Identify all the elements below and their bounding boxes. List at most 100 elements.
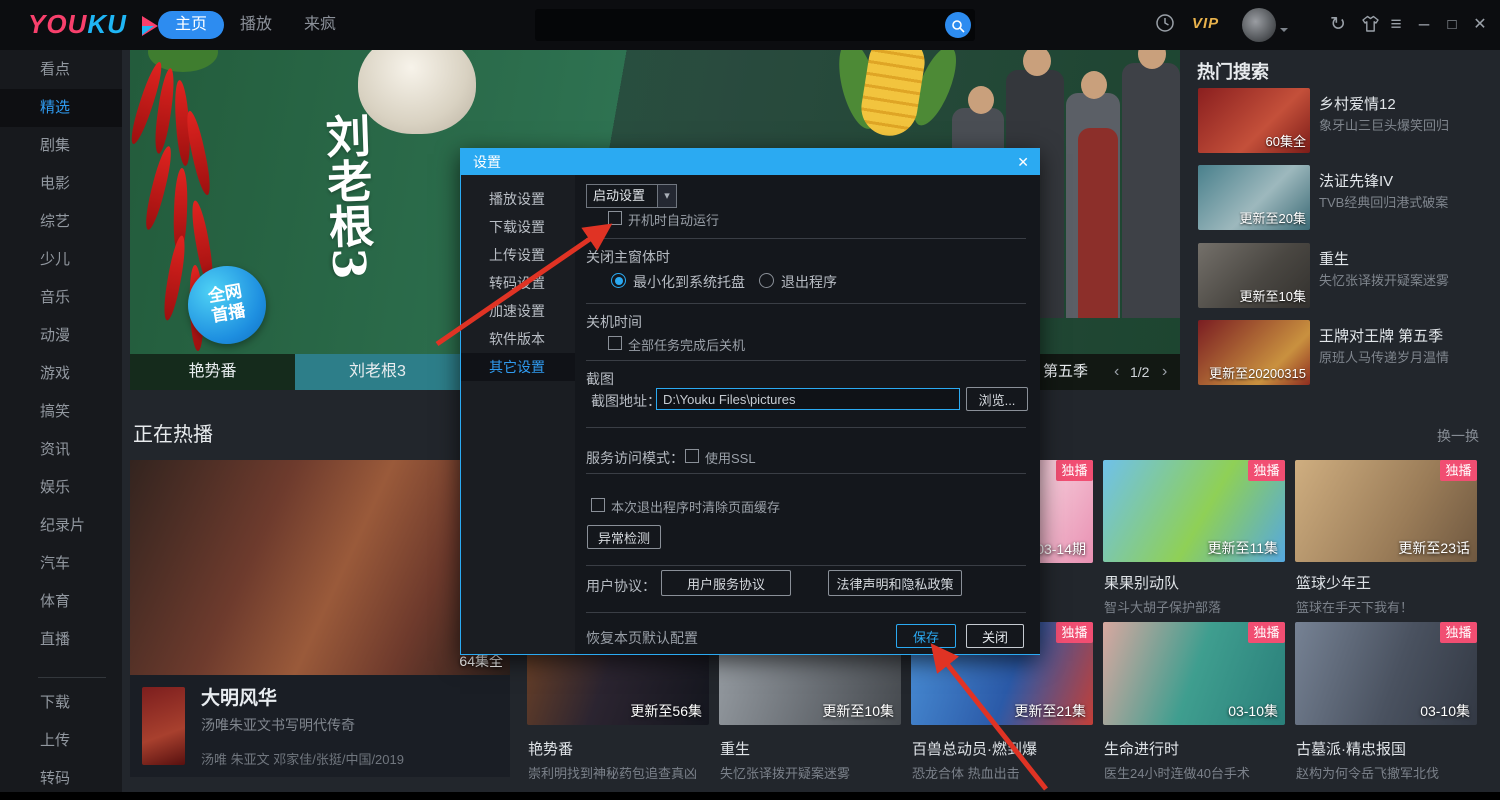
banner-tab-partial[interactable]: 第五季 [1043, 354, 1088, 390]
user-avatar[interactable] [1242, 8, 1276, 42]
banner-tab-yanshifan[interactable]: 艳势番 [130, 354, 295, 390]
card-subtitle: 失忆张译拨开疑案迷雾 [720, 766, 851, 781]
hot-item-title: 重生 [1319, 251, 1350, 268]
browse-button[interactable]: 浏览... [966, 387, 1028, 411]
feature-image: 64集全 [130, 460, 510, 675]
card-title: 重生 [720, 741, 751, 758]
avatar-chevron-down-icon[interactable] [1280, 28, 1288, 32]
sidebar-item-zongyi[interactable]: 综艺 [0, 203, 122, 241]
dialog-tab-other[interactable]: 其它设置 [461, 353, 575, 381]
dialog-body: 启动设置 ▾ 开机时自动运行 关闭主窗体时 最小化到系统托盘 退出程序 关机时间… [575, 175, 1040, 654]
screenshot-path-label: 截图地址： [591, 393, 661, 409]
video-card-gumupai[interactable]: 独播 03-10集 古墓派·精忠报国 赵构为何令岳飞撤军北伐 [1295, 622, 1477, 782]
sidebar-item-gaoxiao[interactable]: 搞笑 [0, 393, 122, 431]
restore-defaults-link[interactable]: 恢复本页默认配置 [586, 628, 698, 648]
sidebar-item-zhibo[interactable]: 直播 [0, 621, 122, 659]
hot-search-item[interactable]: 更新至20集 法证先锋IV TVB经典回归港式破案 [1197, 165, 1492, 230]
poster-thumbnail: 更新至10集 [1198, 243, 1310, 308]
card-subtitle: 医生24小时连做40台手术 [1104, 766, 1250, 781]
sidebar-item-upload[interactable]: 上传 [0, 722, 122, 760]
dialog-tab-speedup[interactable]: 加速设置 [461, 297, 575, 325]
screenshot-path-input[interactable] [656, 388, 960, 410]
exclusive-badge: 独播 [1248, 460, 1285, 481]
skin-shirt-icon[interactable] [1358, 15, 1382, 39]
nav-tab-play[interactable]: 播放 [240, 11, 272, 39]
banner-prev-icon[interactable]: ‹ [1114, 354, 1119, 390]
anomaly-detect-button[interactable]: 异常检测 [587, 525, 661, 549]
legal-privacy-policy-button[interactable]: 法律声明和隐私政策 [828, 570, 962, 596]
card-title: 果果别动队 [1104, 575, 1180, 592]
service-access-mode-label: 服务访问模式： [586, 450, 684, 466]
divider [586, 612, 1026, 613]
history-clock-icon[interactable] [1153, 13, 1177, 37]
sidebar-item-tiyu[interactable]: 体育 [0, 583, 122, 621]
sidebar-item-dianying[interactable]: 电影 [0, 165, 122, 203]
dialog-close-icon[interactable]: ✕ [1017, 149, 1029, 175]
sidebar: 看点 精选 剧集 电影 综艺 少儿 音乐 动漫 游戏 搞笑 资讯 娱乐 纪录片 … [0, 50, 122, 800]
sidebar-item-youxi[interactable]: 游戏 [0, 355, 122, 393]
sidebar-item-yule[interactable]: 娱乐 [0, 469, 122, 507]
sidebar-item-jingxuan[interactable]: 精选 [0, 89, 122, 127]
nav-tab-laifeng[interactable]: 来疯 [304, 11, 336, 39]
video-card-shengming[interactable]: 独播 03-10集 生命进行时 医生24小时连做40台手术 [1103, 622, 1285, 782]
save-button[interactable]: 保存 [896, 624, 956, 648]
feature-card-damingfenghua[interactable]: 64集全 大明风华 汤唯朱亚文书写明代传奇 汤唯 朱亚文 邓家佳/张挺/中国/2… [130, 460, 510, 777]
sidebar-item-shaoer[interactable]: 少儿 [0, 241, 122, 279]
episode-badge: 更新至11集 [1207, 540, 1278, 556]
sidebar-item-yinyue[interactable]: 音乐 [0, 279, 122, 317]
banner-tab-liulaogen3[interactable]: 刘老根3 [295, 354, 460, 390]
shutdown-after-tasks-checkbox[interactable] [608, 336, 622, 350]
clear-cache-label: 本次退出程序时清除页面缓存 [611, 500, 781, 515]
card-title: 生命进行时 [1104, 741, 1180, 758]
hot-search-item[interactable]: 60集全 乡村爱情12 象牙山三巨头爆笑回归 [1197, 88, 1492, 153]
clear-cache-checkbox[interactable] [591, 498, 605, 512]
video-card-lanqiu[interactable]: 独播 更新至23话 篮球少年王 篮球在手天下我有！ [1295, 460, 1477, 620]
search-button[interactable] [945, 12, 971, 38]
window-bottom-strip [0, 792, 1500, 800]
youku-logo[interactable]: YOUKU [28, 9, 159, 40]
shuffle-refresh-link[interactable]: 换一换 [1437, 426, 1479, 446]
window-close-button[interactable]: ✕ [1468, 13, 1492, 37]
search-input[interactable] [545, 12, 939, 40]
minimize-button[interactable]: – [1412, 13, 1436, 37]
exit-program-radio[interactable] [759, 273, 774, 288]
dialog-tab-upload[interactable]: 上传设置 [461, 241, 575, 269]
card-title: 古墓派·精忠报国 [1296, 741, 1406, 758]
maximize-button[interactable]: □ [1440, 13, 1464, 37]
banner-next-icon[interactable]: › [1162, 354, 1167, 390]
sidebar-item-jilupian[interactable]: 纪录片 [0, 507, 122, 545]
autorun-checkbox[interactable] [608, 211, 622, 225]
use-ssl-checkbox[interactable] [685, 449, 699, 463]
vip-button[interactable]: VIP [1192, 15, 1219, 32]
nav-tab-home[interactable]: 主页 [158, 11, 225, 39]
refresh-icon[interactable]: ↻ [1326, 13, 1350, 37]
minimize-to-tray-radio[interactable] [611, 273, 626, 288]
sidebar-divider [38, 677, 106, 678]
startup-settings-dropdown[interactable]: 启动设置 [586, 184, 658, 208]
close-behavior-label: 关闭主窗体时 [586, 249, 670, 265]
dropdown-chevron-down-icon[interactable]: ▾ [658, 184, 677, 208]
sidebar-item-kandian[interactable]: 看点 [0, 51, 122, 89]
menu-hamburger-icon[interactable]: ≡ [1384, 13, 1408, 37]
user-service-agreement-button[interactable]: 用户服务协议 [661, 570, 791, 596]
hot-search-item[interactable]: 更新至10集 重生 失忆张译拨开疑案迷雾 [1197, 243, 1492, 308]
dialog-tab-play[interactable]: 播放设置 [461, 185, 575, 213]
dialog-titlebar: 设置 ✕ [461, 149, 1039, 175]
video-card-guoguo[interactable]: 独播 更新至11集 果果别动队 智斗大胡子保护部落 [1103, 460, 1285, 620]
sidebar-item-qiche[interactable]: 汽车 [0, 545, 122, 583]
feature-poster-thumb [142, 687, 185, 765]
hot-search-item[interactable]: 更新至20200315 王牌对王牌 第五季 原班人马传递岁月温情 [1197, 320, 1492, 385]
dialog-tab-version[interactable]: 软件版本 [461, 325, 575, 353]
play-arrow-icon [142, 16, 159, 36]
dialog-tab-transcode[interactable]: 转码设置 [461, 269, 575, 297]
card-image: 独播 更新至11集 [1103, 460, 1285, 562]
hot-item-subtitle: 失忆张译拨开疑案迷雾 [1319, 273, 1450, 288]
hot-item-subtitle: TVB经典回归港式破案 [1319, 195, 1449, 210]
close-button[interactable]: 关闭 [966, 624, 1024, 648]
sidebar-item-dongman[interactable]: 动漫 [0, 317, 122, 355]
card-image: 独播 03-10集 [1103, 622, 1285, 725]
dialog-tab-download[interactable]: 下载设置 [461, 213, 575, 241]
sidebar-item-download[interactable]: 下载 [0, 684, 122, 722]
sidebar-item-zixun[interactable]: 资讯 [0, 431, 122, 469]
sidebar-item-juji[interactable]: 剧集 [0, 127, 122, 165]
